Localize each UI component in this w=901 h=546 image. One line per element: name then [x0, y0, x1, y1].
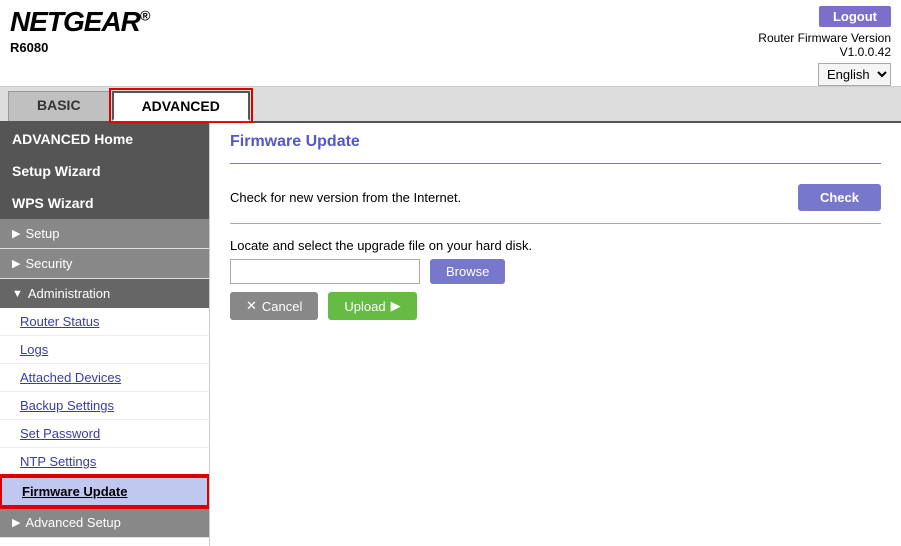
header: NETGEAR® R6080 Logout Router Firmware Ve…	[0, 0, 901, 87]
language-selector-wrap: English	[818, 63, 891, 86]
sidebar-sub-attached-devices[interactable]: Attached Devices	[0, 364, 209, 392]
divider-top	[230, 163, 881, 164]
firmware-version-value: V1.0.0.42	[840, 45, 891, 59]
file-input[interactable]	[230, 259, 420, 284]
action-row: ✕ Cancel Upload ▶	[230, 292, 881, 320]
sidebar-group-security: ▶ Security	[0, 249, 209, 279]
logout-button[interactable]: Logout	[819, 6, 891, 27]
sidebar-group-advanced-setup: ▶ Advanced Setup	[0, 508, 209, 538]
sidebar-advanced-setup-label: Advanced Setup	[25, 515, 120, 530]
model-number: R6080	[10, 40, 149, 55]
content-area: Firmware Update Check for new version fr…	[210, 123, 901, 546]
sidebar-advanced-home[interactable]: ADVANCED Home	[0, 123, 209, 155]
upload-button[interactable]: Upload ▶	[328, 292, 416, 320]
firmware-version-label: Router Firmware Version V1.0.0.42	[758, 31, 891, 59]
administration-arrow-icon: ▼	[12, 288, 23, 300]
sidebar-item-security[interactable]: ▶ Security	[0, 249, 209, 278]
setup-arrow-icon: ▶	[12, 227, 20, 240]
tab-basic[interactable]: BASIC	[8, 91, 110, 121]
sidebar-sub-router-status[interactable]: Router Status	[0, 308, 209, 336]
firmware-version-text: Router Firmware Version	[758, 31, 891, 45]
upgrade-section: Locate and select the upgrade file on yo…	[230, 238, 881, 320]
sidebar: ADVANCED Home Setup Wizard WPS Wizard ▶ …	[0, 123, 210, 546]
upload-label: Upload	[344, 299, 385, 314]
sidebar-group-administration: ▼ Administration Router Status Logs Atta…	[0, 279, 209, 508]
security-arrow-icon: ▶	[12, 257, 20, 270]
sidebar-administration-label: Administration	[28, 286, 110, 301]
sidebar-sub-ntp-settings[interactable]: NTP Settings	[0, 448, 209, 476]
cancel-button[interactable]: ✕ Cancel	[230, 292, 318, 320]
language-select[interactable]: English	[818, 63, 891, 86]
sidebar-item-advanced-setup[interactable]: ▶ Advanced Setup	[0, 508, 209, 537]
sidebar-sub-logs[interactable]: Logs	[0, 336, 209, 364]
sidebar-security-label: Security	[25, 256, 72, 271]
check-button[interactable]: Check	[798, 184, 881, 211]
sidebar-sub-set-password[interactable]: Set Password	[0, 420, 209, 448]
page-title: Firmware Update	[230, 133, 881, 155]
sidebar-item-setup[interactable]: ▶ Setup	[0, 219, 209, 248]
upgrade-label: Locate and select the upgrade file on yo…	[230, 238, 881, 253]
sidebar-group-setup: ▶ Setup	[0, 219, 209, 249]
advanced-setup-arrow-icon: ▶	[12, 516, 20, 529]
sidebar-sub-firmware-update[interactable]: Firmware Update	[0, 476, 209, 507]
check-section: Check for new version from the Internet.…	[230, 172, 881, 224]
logo: NETGEAR®	[10, 6, 149, 38]
sidebar-setup-wizard[interactable]: Setup Wizard	[0, 155, 209, 187]
tab-advanced[interactable]: ADVANCED	[112, 91, 250, 121]
file-select-row: Browse	[230, 259, 881, 284]
tab-bar: BASIC ADVANCED	[0, 87, 901, 123]
logo-name: NETGEAR	[10, 6, 140, 37]
header-right: Logout Router Firmware Version V1.0.0.42…	[758, 6, 891, 86]
logo-reg: ®	[140, 8, 149, 24]
logo-area: NETGEAR® R6080	[10, 6, 149, 55]
sidebar-setup-label: Setup	[25, 226, 59, 241]
sidebar-item-administration[interactable]: ▼ Administration	[0, 279, 209, 308]
browse-button[interactable]: Browse	[430, 259, 505, 284]
main-layout: ADVANCED Home Setup Wizard WPS Wizard ▶ …	[0, 123, 901, 546]
upload-icon: ▶	[391, 298, 401, 314]
cancel-label: Cancel	[262, 299, 302, 314]
check-label: Check for new version from the Internet.	[230, 190, 461, 205]
sidebar-sub-backup-settings[interactable]: Backup Settings	[0, 392, 209, 420]
cancel-icon: ✕	[246, 298, 257, 314]
sidebar-wps-wizard[interactable]: WPS Wizard	[0, 187, 209, 219]
